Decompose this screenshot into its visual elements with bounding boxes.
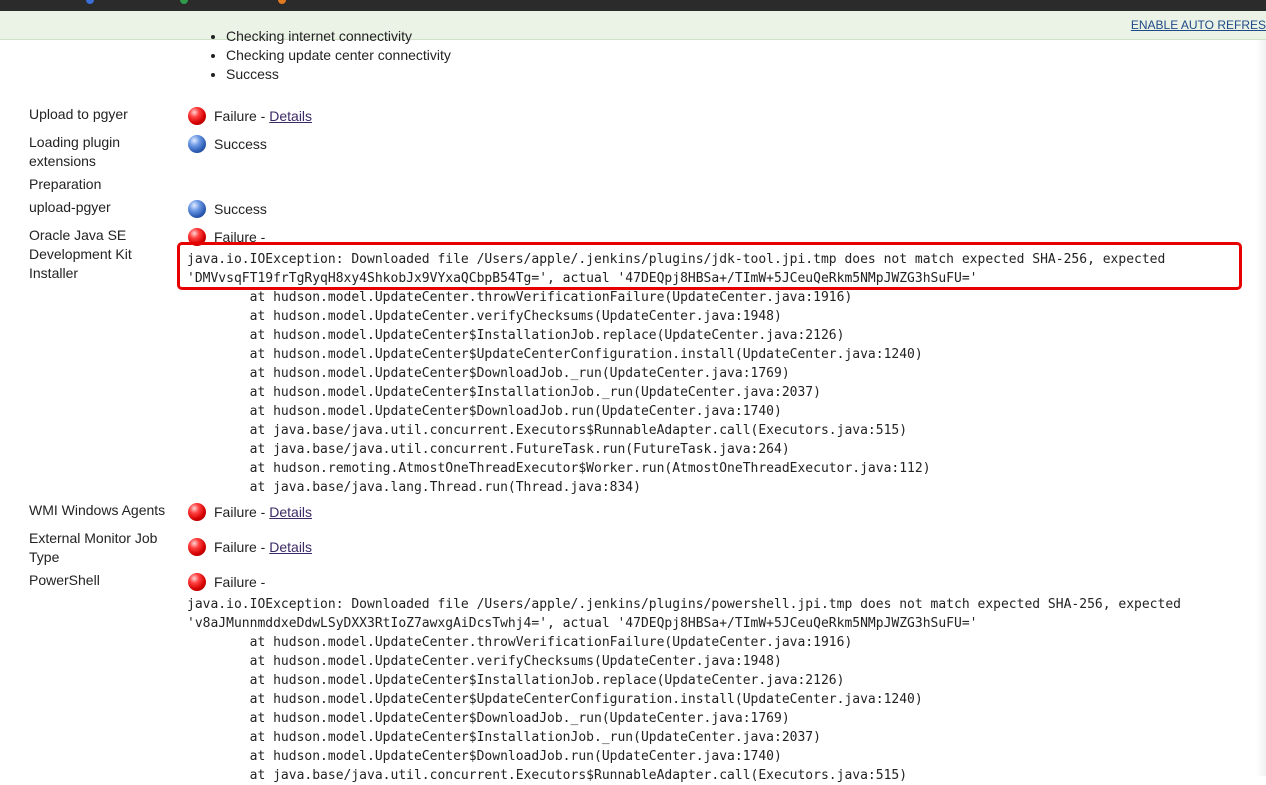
status-text: Failure -	[214, 504, 266, 520]
failure-status-icon	[188, 573, 206, 591]
list-item: Checking internet connectivity	[226, 27, 451, 46]
details-link[interactable]: Details	[269, 539, 312, 555]
job-label-preparation: Preparation	[29, 176, 102, 192]
success-status-icon	[188, 200, 206, 218]
job-label-external-monitor-job-type: External Monitor Job Type	[29, 530, 158, 565]
status-wmi-windows-agents: Failure - Details	[188, 503, 312, 521]
toolbar-icon	[86, 0, 94, 4]
status-text: Success	[214, 201, 267, 217]
list-item: Success	[226, 65, 451, 84]
status-loading-plugin-extensions: Success	[188, 135, 267, 153]
status-text: Failure -	[214, 574, 266, 590]
status-text: Success	[214, 136, 267, 152]
job-label-upload-pgyer: upload-pgyer	[29, 199, 111, 215]
toolbar-icon	[278, 0, 286, 4]
job-label-upload-to-pgyer: Upload to pgyer	[29, 106, 128, 122]
failure-status-icon	[188, 538, 206, 556]
enable-auto-refresh-link[interactable]: ENABLE AUTO REFRES	[1131, 18, 1266, 32]
notice-bar: ENABLE AUTO REFRES	[0, 11, 1266, 40]
browser-toolbar	[0, 0, 1266, 11]
job-label-powershell: PowerShell	[29, 572, 100, 588]
failure-status-icon	[188, 107, 206, 125]
success-status-icon	[188, 135, 206, 153]
status-powershell: Failure -	[188, 573, 265, 591]
status-upload-pgyer: Success	[188, 200, 267, 218]
failure-status-icon	[188, 503, 206, 521]
job-label-wmi-windows-agents: WMI Windows Agents	[29, 502, 166, 518]
job-label-oracle-jdk-installer: Oracle Java SE Development Kit Installer	[29, 227, 132, 281]
stack-trace: java.io.IOException: Downloaded file /Us…	[187, 597, 1181, 783]
status-text: Failure -	[214, 108, 266, 124]
highlight-annotation	[177, 242, 1242, 290]
details-link[interactable]: Details	[269, 504, 312, 520]
status-text: Failure -	[214, 539, 266, 555]
stack-trace: at hudson.model.UpdateCenter.throwVerifi…	[249, 290, 931, 495]
toolbar-icon	[180, 0, 188, 4]
details-link[interactable]: Details	[269, 108, 312, 124]
list-item: Checking update center connectivity	[226, 46, 451, 65]
job-label-loading-plugin-extensions: Loading plugin extensions	[29, 134, 121, 169]
status-upload-to-pgyer: Failure - Details	[188, 107, 312, 125]
connectivity-steps-list: Checking internet connectivity Checking …	[208, 27, 451, 84]
scrollbar-track[interactable]	[1256, 40, 1266, 776]
status-external-monitor-job-type: Failure - Details	[188, 538, 312, 556]
